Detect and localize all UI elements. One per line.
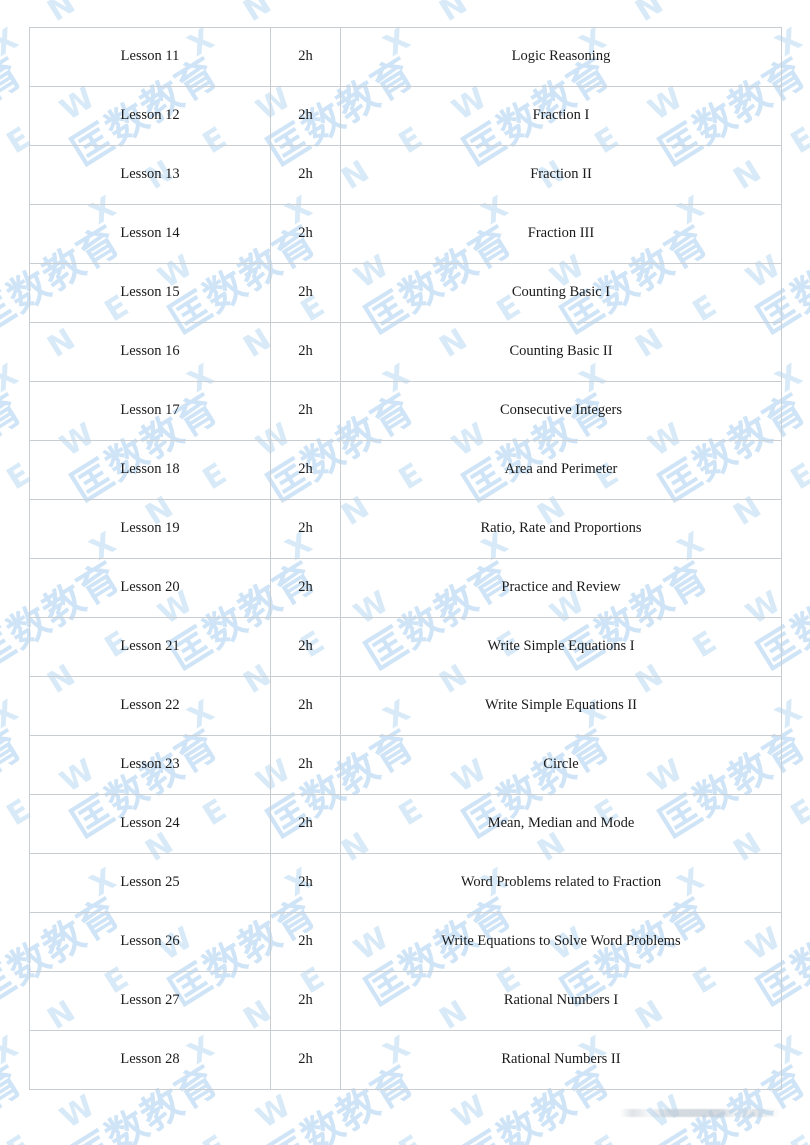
- table-row: Lesson 13 2h Fraction II: [29, 145, 782, 205]
- table-row: Lesson 28 2h Rational Numbers II: [29, 1030, 782, 1090]
- cell-topic: Word Problems related to Fraction: [340, 853, 782, 913]
- cell-lesson: Lesson 12: [29, 86, 271, 146]
- table-row: Lesson 27 2h Rational Numbers I: [29, 971, 782, 1031]
- cell-lesson: Lesson 27: [29, 971, 271, 1031]
- cell-hours: 2h: [270, 499, 341, 559]
- cell-topic: Counting Basic II: [340, 322, 782, 382]
- lesson-schedule-table: Lesson 11 2h Logic Reasoning Lesson 12 2h Fra…: [29, 27, 782, 1090]
- cell-hours: 2h: [270, 145, 341, 205]
- cell-lesson: Lesson 20: [29, 558, 271, 618]
- cell-topic: Rational Numbers I: [340, 971, 782, 1031]
- table-row: Lesson 24 2h Mean, Median and Mode: [29, 794, 782, 854]
- cell-lesson: Lesson 23: [29, 735, 271, 795]
- cell-lesson: Lesson 17: [29, 381, 271, 441]
- cell-topic: Fraction I: [340, 86, 782, 146]
- cell-topic: Fraction III: [340, 204, 782, 264]
- table-row: Lesson 12 2h Fraction I: [29, 86, 782, 146]
- table-row: Lesson 26 2h Write Equations to Solve Word…: [29, 912, 782, 972]
- table-row: Lesson 11 2h Logic Reasoning: [29, 27, 782, 87]
- table-row: Lesson 23 2h Circle: [29, 735, 782, 795]
- cell-lesson: Lesson 18: [29, 440, 271, 500]
- cell-topic: Rational Numbers II: [340, 1030, 782, 1090]
- cell-hours: 2h: [270, 853, 341, 913]
- table-row: Lesson 16 2h Counting Basic II: [29, 322, 782, 382]
- cell-lesson: Lesson 16: [29, 322, 271, 382]
- table-row: Lesson 17 2h Consecutive Integers: [29, 381, 782, 441]
- cell-hours: 2h: [270, 617, 341, 677]
- cell-lesson: Lesson 15: [29, 263, 271, 323]
- cell-hours: 2h: [270, 86, 341, 146]
- cell-lesson: Lesson 11: [29, 27, 271, 87]
- cell-topic: Logic Reasoning: [340, 27, 782, 87]
- cell-lesson: Lesson 14: [29, 204, 271, 264]
- cell-hours: 2h: [270, 381, 341, 441]
- cell-hours: 2h: [270, 558, 341, 618]
- table-row: Lesson 25 2h Word Problems related to Frac…: [29, 853, 782, 913]
- table-row: Lesson 21 2h Write Simple Equations I: [29, 617, 782, 677]
- table-row: Lesson 19 2h Ratio, Rate and Proportions: [29, 499, 782, 559]
- cell-topic: Practice and Review: [340, 558, 782, 618]
- cell-hours: 2h: [270, 440, 341, 500]
- cell-lesson: Lesson 21: [29, 617, 271, 677]
- cell-hours: 2h: [270, 735, 341, 795]
- cell-hours: 2h: [270, 676, 341, 736]
- cell-lesson: Lesson 28: [29, 1030, 271, 1090]
- cell-topic: Consecutive Integers: [340, 381, 782, 441]
- cell-hours: 2h: [270, 322, 341, 382]
- document-page: Lesson 11 2h Logic Reasoning Lesson 12 2h Fra…: [0, 0, 810, 1145]
- lesson-schedule-body: Lesson 11 2h Logic Reasoning Lesson 12 2h Fra…: [29, 27, 782, 1090]
- cell-topic: Ratio, Rate and Proportions: [340, 499, 782, 559]
- cell-topic: Mean, Median and Mode: [340, 794, 782, 854]
- table-row: Lesson 20 2h Practice and Review: [29, 558, 782, 618]
- table-row: Lesson 22 2h Write Simple Equations II: [29, 676, 782, 736]
- cell-hours: 2h: [270, 912, 341, 972]
- cell-topic: Area and Perimeter: [340, 440, 782, 500]
- cell-hours: 2h: [270, 1030, 341, 1090]
- cell-topic: Write Simple Equations I: [340, 617, 782, 677]
- cell-hours: 2h: [270, 971, 341, 1031]
- cell-hours: 2h: [270, 263, 341, 323]
- table-row: Lesson 15 2h Counting Basic I: [29, 263, 782, 323]
- cell-hours: 2h: [270, 27, 341, 87]
- cell-lesson: Lesson 19: [29, 499, 271, 559]
- cell-hours: 2h: [270, 204, 341, 264]
- cell-topic: Circle: [340, 735, 782, 795]
- table-row: Lesson 14 2h Fraction III: [29, 204, 782, 264]
- cell-topic: Fraction II: [340, 145, 782, 205]
- cell-lesson: Lesson 25: [29, 853, 271, 913]
- cell-topic: Counting Basic I: [340, 263, 782, 323]
- table-row: Lesson 18 2h Area and Perimeter: [29, 440, 782, 500]
- cell-lesson: Lesson 24: [29, 794, 271, 854]
- cell-hours: 2h: [270, 794, 341, 854]
- cell-lesson: Lesson 26: [29, 912, 271, 972]
- cell-topic: Write Equations to Solve Word Problems: [340, 912, 782, 972]
- cell-lesson: Lesson 22: [29, 676, 271, 736]
- footer-illegible-mark: [620, 1109, 780, 1117]
- cell-lesson: Lesson 13: [29, 145, 271, 205]
- cell-topic: Write Simple Equations II: [340, 676, 782, 736]
